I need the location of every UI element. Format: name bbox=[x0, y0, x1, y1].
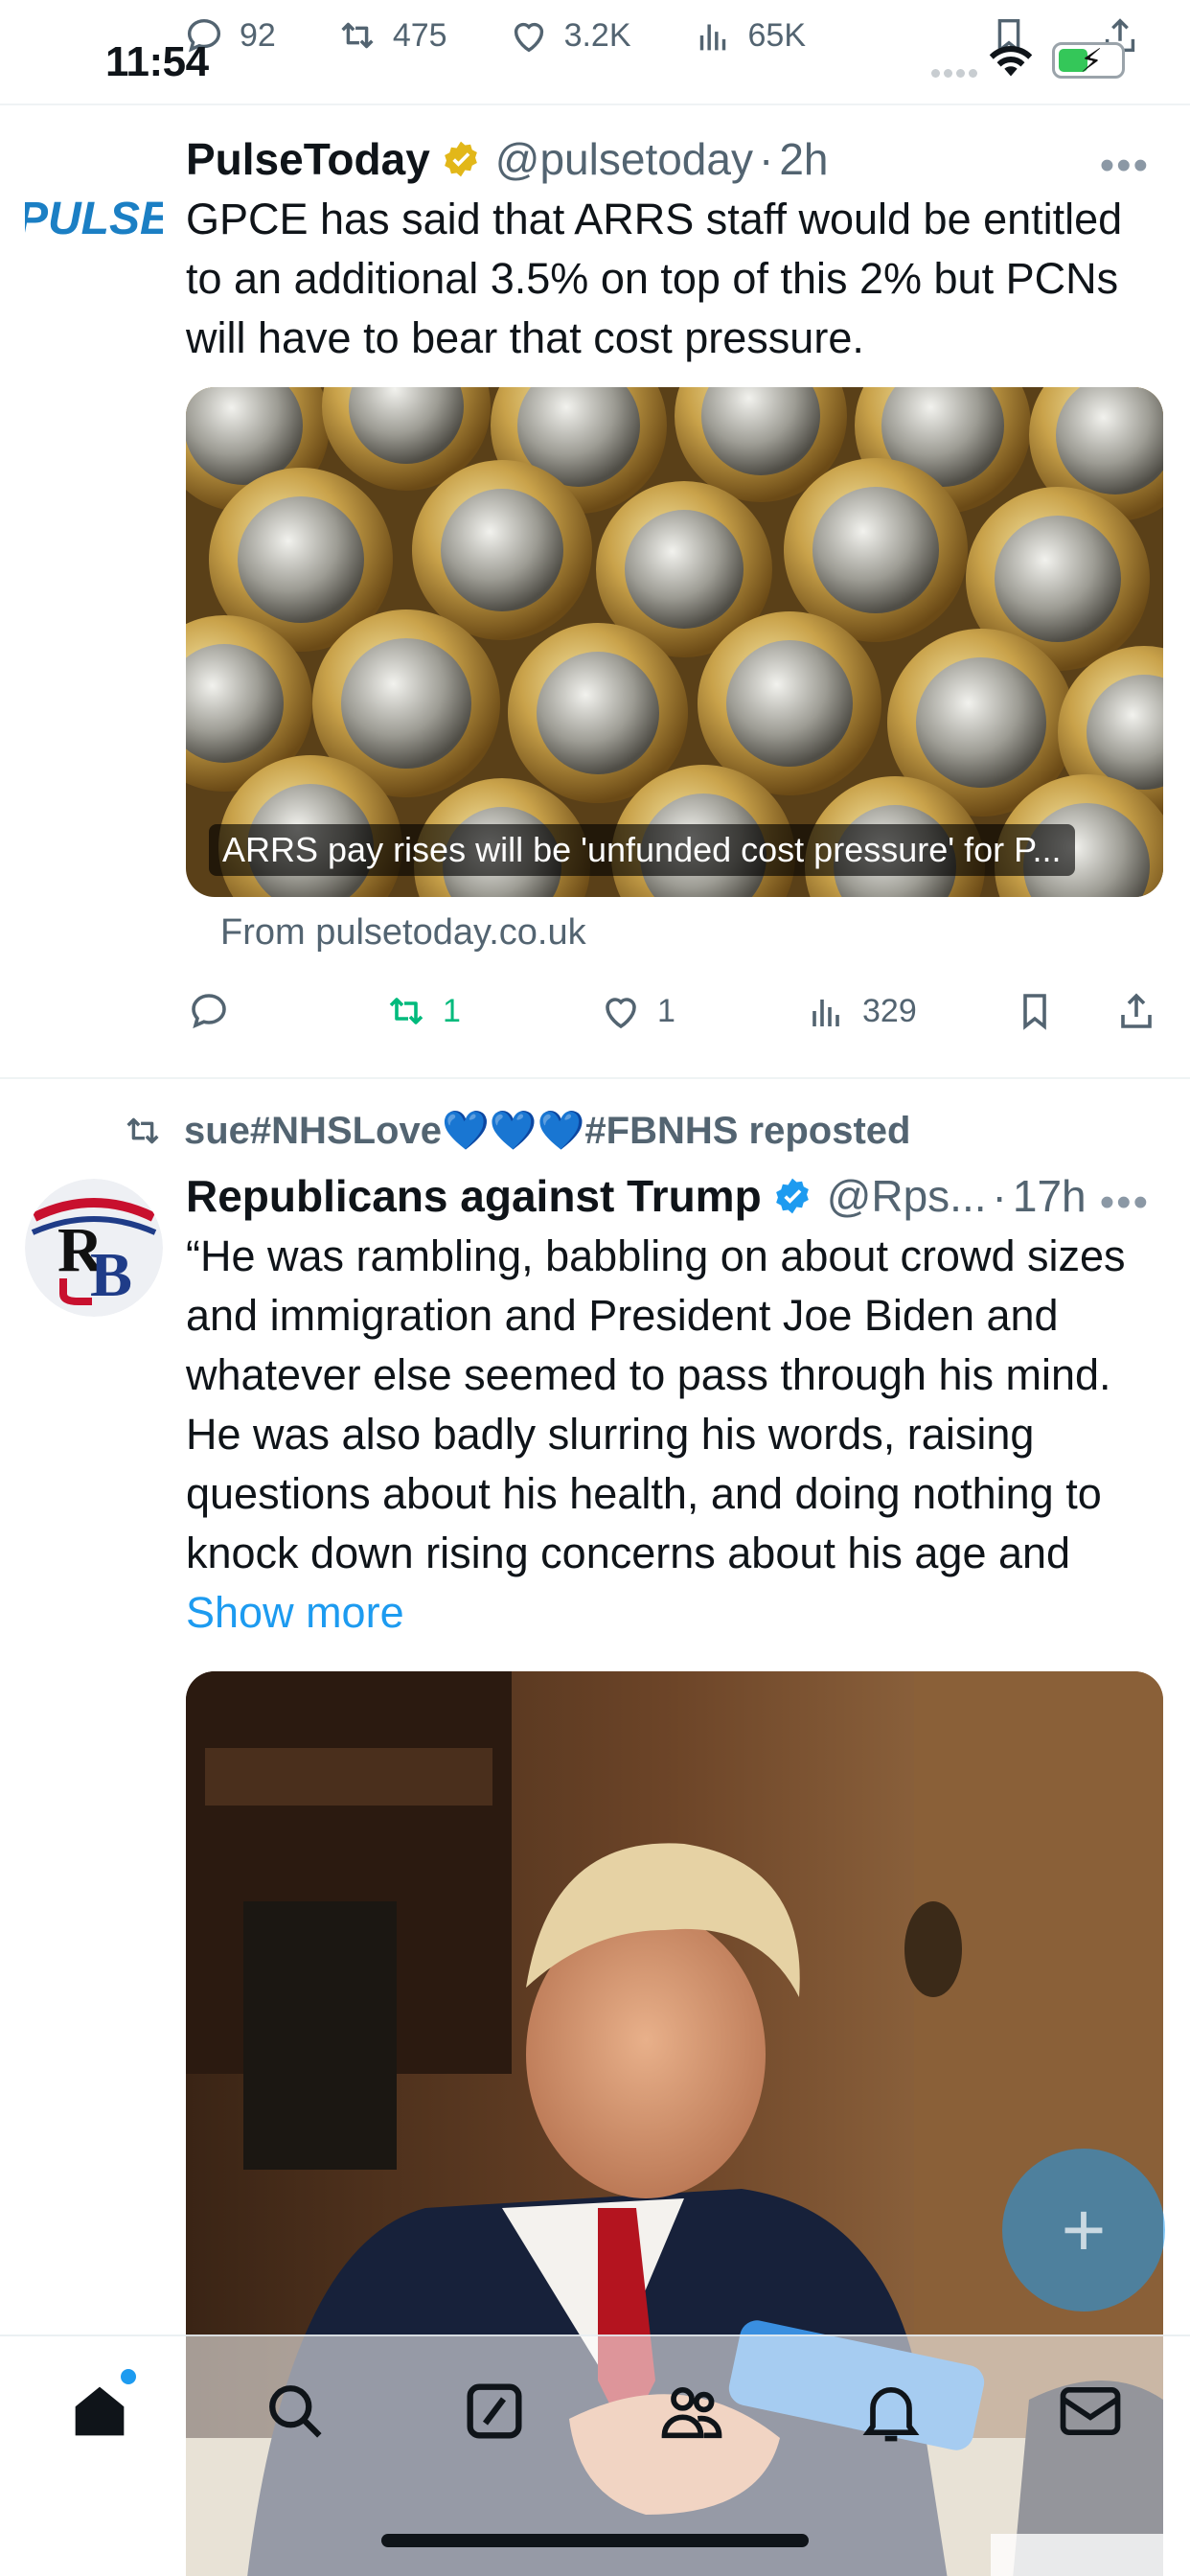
more-options-icon[interactable]: ••• bbox=[1100, 1179, 1150, 1227]
battery-icon: ⚡ bbox=[1052, 42, 1125, 80]
tweet-age[interactable]: 2h bbox=[779, 133, 828, 185]
previous-views-button[interactable]: 65K bbox=[691, 13, 807, 58]
pulse-logo: PULSE bbox=[25, 192, 163, 244]
previous-like-count: 3.2K bbox=[563, 16, 631, 54]
tweet-pulsetoday[interactable]: PULSE PulseToday @pulsetoday · 2h ••• GP… bbox=[0, 105, 1190, 1073]
author-handle[interactable]: @Rps... bbox=[827, 1170, 987, 1222]
search-icon bbox=[269, 2385, 322, 2438]
compose-icon bbox=[467, 2383, 522, 2439]
more-options-icon[interactable]: ••• bbox=[1100, 142, 1150, 190]
compose-post-button[interactable]: + bbox=[1002, 2149, 1165, 2312]
reply-button[interactable] bbox=[186, 988, 245, 1034]
avatar[interactable]: PULSE bbox=[25, 178, 163, 255]
rb-logo: R B bbox=[25, 1179, 163, 1317]
tweet-actions: 1 1 329 bbox=[186, 988, 1163, 1046]
nav-compose[interactable] bbox=[458, 2375, 531, 2448]
previous-repost-button[interactable]: 475 bbox=[335, 13, 447, 58]
repost-count: 1 bbox=[443, 992, 461, 1029]
cellular-signal-icon bbox=[931, 69, 977, 78]
separator-dot: · bbox=[758, 134, 774, 184]
verified-badge-icon bbox=[775, 1178, 809, 1214]
bookmark-icon bbox=[1023, 994, 1046, 1030]
nav-messages[interactable] bbox=[1054, 2375, 1127, 2448]
coins-image bbox=[186, 387, 1163, 897]
repost-icon bbox=[126, 1117, 159, 1143]
notification-dot bbox=[121, 2369, 136, 2384]
notifications-icon bbox=[862, 2387, 920, 2442]
tweet-age[interactable]: 17h bbox=[1013, 1170, 1087, 1222]
views-icon bbox=[812, 1000, 839, 1026]
home-icon bbox=[75, 2386, 125, 2436]
tweet-header: PulseToday @pulsetoday · 2h bbox=[186, 130, 1163, 188]
previous-reply-count: 92 bbox=[240, 16, 276, 54]
home-indicator[interactable] bbox=[381, 2534, 809, 2547]
communities-icon bbox=[661, 2386, 722, 2439]
messages-icon bbox=[1060, 2386, 1121, 2436]
views-icon bbox=[699, 24, 725, 51]
nav-notifications[interactable] bbox=[855, 2375, 927, 2448]
nav-communities[interactable] bbox=[655, 2375, 728, 2448]
repost-attribution-text: sue#NHSLove💙💙💙#FBNHS reposted bbox=[184, 1110, 911, 1152]
status-time: 11:54 bbox=[105, 38, 209, 85]
previous-views-count: 65K bbox=[747, 16, 807, 54]
views-button[interactable]: 329 bbox=[803, 988, 917, 1034]
bookmark-button[interactable] bbox=[1012, 988, 1071, 1034]
nav-home[interactable] bbox=[63, 2369, 136, 2448]
views-count: 329 bbox=[862, 992, 917, 1029]
author-handle[interactable]: @pulsetoday bbox=[495, 133, 753, 185]
previous-repost-count: 475 bbox=[392, 16, 447, 54]
link-card-source[interactable]: From pulsetoday.co.uk bbox=[220, 912, 1163, 954]
svg-text:PULSE: PULSE bbox=[25, 194, 163, 244]
author-name[interactable]: PulseToday bbox=[186, 133, 430, 185]
svg-text:B: B bbox=[90, 1240, 132, 1310]
avatar[interactable]: R B bbox=[25, 1179, 163, 1317]
verified-badge-icon bbox=[444, 141, 477, 177]
separator-dot: · bbox=[992, 1171, 1007, 1221]
tweet-text: “He was rambling, babbling on about crow… bbox=[186, 1227, 1154, 1643]
show-more-link[interactable]: Show more bbox=[186, 1588, 404, 1637]
heart-icon bbox=[514, 22, 543, 53]
tweet-header: Republicans against Trump @Rps... · 17h bbox=[186, 1167, 1163, 1225]
share-button[interactable] bbox=[1113, 988, 1173, 1034]
previous-like-button[interactable]: 3.2K bbox=[507, 13, 631, 58]
tweet-body: “He was rambling, babbling on about crow… bbox=[186, 1231, 1126, 1577]
repost-icon bbox=[389, 998, 423, 1024]
heart-icon bbox=[606, 998, 636, 1029]
like-button[interactable]: 1 bbox=[598, 988, 675, 1034]
previous-tweet-actions: 92 475 3.2K 65K bbox=[182, 13, 865, 58]
link-card-image[interactable]: ARRS pay rises will be 'unfunded cost pr… bbox=[186, 387, 1163, 897]
repost-button[interactable]: 1 bbox=[383, 988, 461, 1034]
reply-icon bbox=[192, 994, 226, 1029]
wifi-icon bbox=[989, 45, 1033, 77]
nav-search[interactable] bbox=[259, 2375, 332, 2448]
like-count: 1 bbox=[657, 992, 675, 1029]
repost-attribution[interactable]: sue#NHSLove💙💙💙#FBNHS reposted bbox=[121, 1108, 910, 1153]
share-icon bbox=[1121, 993, 1152, 1028]
link-card-title: ARRS pay rises will be 'unfunded cost pr… bbox=[209, 824, 1075, 876]
repost-icon bbox=[341, 22, 374, 49]
status-bar: 92 475 3.2K 65K 11:54 ⚡ bbox=[0, 0, 1190, 104]
tweet-text: GPCE has said that ARRS staff would be e… bbox=[186, 195, 1123, 362]
plus-icon: + bbox=[1061, 2187, 1107, 2272]
author-name[interactable]: Republicans against Trump bbox=[186, 1170, 762, 1222]
